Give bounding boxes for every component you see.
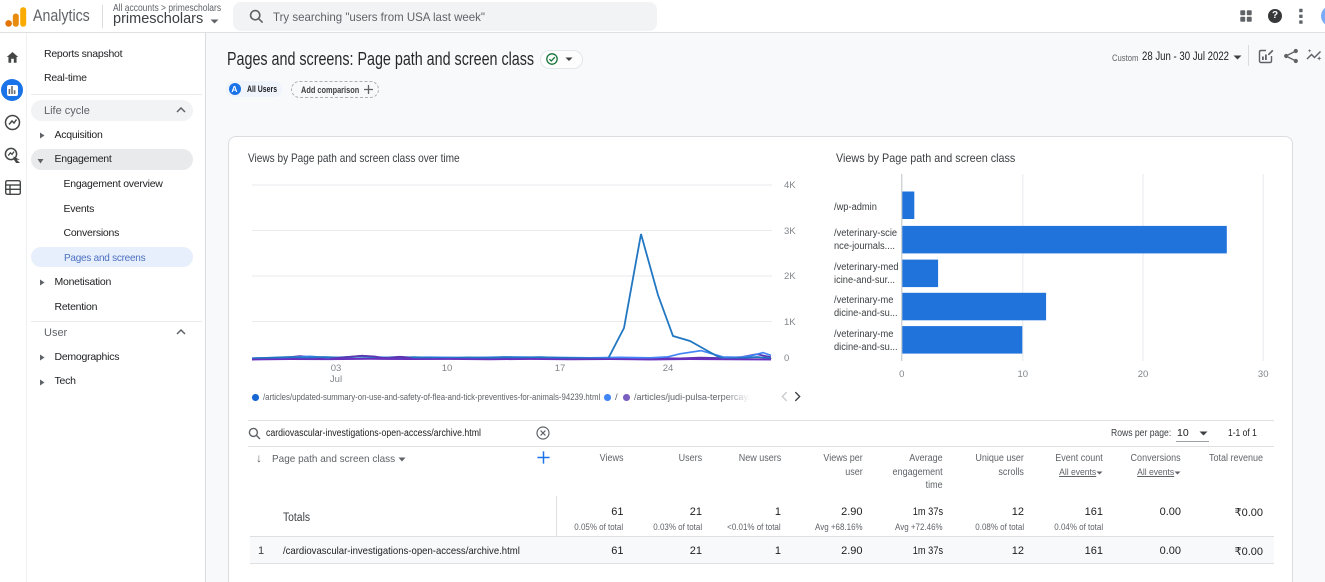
svg-text:20: 20: [1138, 369, 1149, 380]
svg-text:24: 24: [663, 363, 674, 374]
svg-text:10: 10: [442, 363, 453, 374]
svg-text:17: 17: [555, 363, 566, 374]
svg-text:0: 0: [784, 353, 789, 364]
svg-text:Jul: Jul: [330, 374, 342, 385]
svg-text:0: 0: [899, 369, 904, 380]
svg-text:10: 10: [1018, 369, 1029, 380]
svg-text:2K: 2K: [784, 271, 796, 282]
svg-text:03: 03: [331, 363, 342, 374]
svg-text:3K: 3K: [784, 226, 796, 237]
svg-text:4K: 4K: [784, 180, 796, 191]
svg-text:1K: 1K: [784, 317, 796, 328]
svg-text:30: 30: [1258, 369, 1269, 380]
